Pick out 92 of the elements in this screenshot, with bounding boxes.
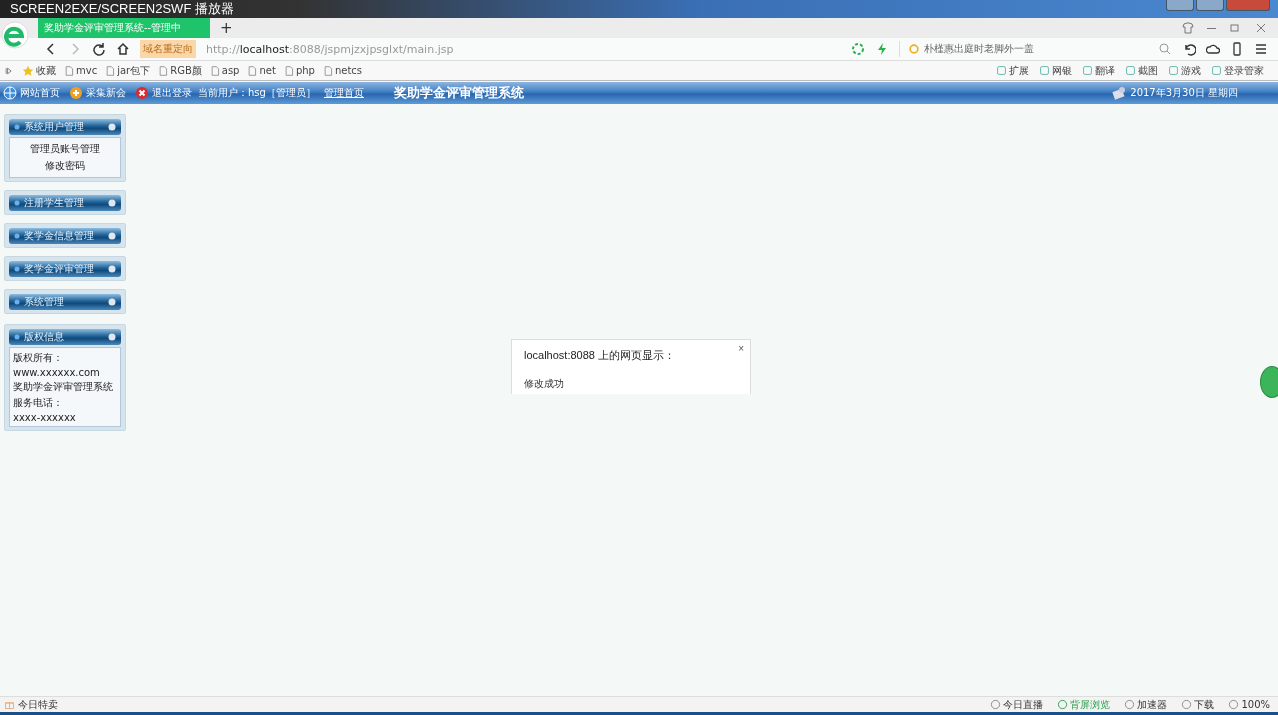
status-item[interactable]: 100%: [1228, 699, 1270, 710]
shirt-icon: [1181, 21, 1195, 35]
toolbar-item[interactable]: 翻译: [1082, 63, 1115, 78]
bookmark[interactable]: php: [283, 64, 315, 77]
toolbar-item[interactable]: 截图: [1125, 63, 1158, 78]
refresh-icon: [851, 42, 865, 56]
page-icon: [247, 64, 258, 77]
info-text: xxxx-xxxxxx: [13, 412, 77, 423]
dialog-title: localhost:8088 上的网页显示：: [524, 348, 676, 363]
header-link[interactable]: 采集新会: [69, 86, 126, 100]
status-icon: [1124, 699, 1136, 710]
window-title: SCREEN2EXE/SCREEN2SWF 播放器: [9, 0, 235, 18]
star-icon: [22, 64, 34, 77]
tool-icon: [1039, 65, 1050, 76]
search-icon: [1158, 42, 1172, 56]
panel-header[interactable]: 系统管理: [9, 294, 121, 310]
tool-icon: [1168, 65, 1179, 76]
minimize-icon: [1207, 27, 1216, 29]
menu-link[interactable]: 修改密码: [45, 159, 85, 173]
phone-icon: [1230, 42, 1244, 56]
bookmark[interactable]: mvc: [64, 64, 98, 77]
page-icon: [283, 64, 294, 77]
app-title: 奖助学金评审管理系统: [393, 84, 525, 102]
page-icon: [322, 64, 333, 77]
minimize-button[interactable]: [1166, 0, 1194, 11]
status-item[interactable]: 加速器: [1124, 697, 1168, 712]
bookmark[interactable]: net: [247, 64, 276, 77]
panel-header[interactable]: 版权信息: [9, 329, 121, 345]
undo-icon: [1182, 42, 1196, 56]
tool-icon: [996, 65, 1007, 76]
dot-icon: [14, 299, 20, 305]
lightning-icon: [875, 42, 889, 56]
panel-header[interactable]: 系统用户管理: [9, 119, 121, 135]
bookmark[interactable]: jar包下: [105, 63, 151, 78]
status-icon: [1228, 699, 1240, 710]
page-icon: [158, 64, 169, 77]
status-item[interactable]: 今日特卖: [4, 697, 58, 712]
restore-icon: [1228, 21, 1242, 35]
home-icon: [116, 42, 130, 56]
new-tab-button[interactable]: +: [220, 19, 233, 37]
dot-icon: [14, 124, 20, 130]
toolbar-item[interactable]: 网银: [1039, 63, 1072, 78]
close-button[interactable]: [1226, 0, 1270, 11]
status-icon: [1057, 699, 1069, 710]
date-text: 2017年3月30日 星期四: [1130, 86, 1238, 100]
search-field[interactable]: 朴槿惠出庭时老脚外一盖: [899, 41, 1148, 57]
page-icon: [105, 64, 116, 77]
cloud-icon: [1206, 42, 1220, 56]
dot-icon: [14, 233, 20, 239]
menu-icon: [1254, 42, 1268, 56]
tool-icon: [1211, 65, 1222, 76]
panel-header[interactable]: 奖学金信息管理: [9, 228, 121, 244]
address-field[interactable]: http://localhost:8088/jspmjzxjpsglxt/main.jsp: [206, 42, 841, 56]
info-text: 版权所有：: [13, 351, 64, 365]
menu-link[interactable]: 管理员账号管理: [30, 142, 100, 156]
bookmark[interactable]: asp: [209, 64, 240, 77]
info-text: 服务电话：: [13, 396, 64, 410]
tool-icon: [1082, 65, 1093, 76]
admin-home-link[interactable]: 管理首页: [323, 86, 364, 100]
bookmark[interactable]: 收藏: [22, 63, 56, 78]
info-text: www.xxxxxx.com: [13, 367, 101, 378]
dot-icon: [14, 200, 20, 206]
current-user: 当前用户：hsg［管理员］: [198, 86, 316, 100]
dot-icon: [14, 334, 20, 340]
plus-icon: [69, 86, 83, 100]
floating-bubble[interactable]: [1260, 366, 1278, 398]
close-icon: [1254, 21, 1268, 35]
status-icon: [1181, 699, 1193, 710]
panel-header[interactable]: 奖学金评审管理: [9, 261, 121, 277]
bookmark[interactable]: netcs: [322, 64, 363, 77]
dot-icon: [14, 266, 20, 272]
status-item[interactable]: 今日直播: [990, 697, 1044, 712]
toolbar-item[interactable]: 登录管家: [1211, 63, 1264, 78]
header-link[interactable]: 退出登录: [135, 86, 192, 100]
panel-header[interactable]: 注册学生管理: [9, 195, 121, 211]
page-icon: [64, 64, 74, 77]
tool-icon: [1125, 65, 1136, 76]
info-text: 奖助学金评审管理系统: [13, 380, 114, 394]
toolbar-item[interactable]: 扩展: [996, 63, 1029, 78]
header-link[interactable]: 网站首页: [3, 86, 60, 100]
maximize-button[interactable]: [1196, 0, 1224, 11]
close-button[interactable]: ×: [738, 343, 744, 354]
status-item[interactable]: 下载: [1181, 697, 1215, 712]
page-icon: [209, 64, 220, 77]
close-icon: [135, 86, 149, 100]
reload-icon: [92, 42, 106, 56]
gift-icon: [4, 699, 15, 710]
status-icon: [990, 699, 1002, 710]
globe-icon: [3, 86, 17, 100]
dialog-message: 修改成功: [524, 377, 565, 391]
toolbar-item[interactable]: 游戏: [1168, 63, 1201, 78]
bookmark[interactable]: RGB颜: [158, 63, 202, 78]
